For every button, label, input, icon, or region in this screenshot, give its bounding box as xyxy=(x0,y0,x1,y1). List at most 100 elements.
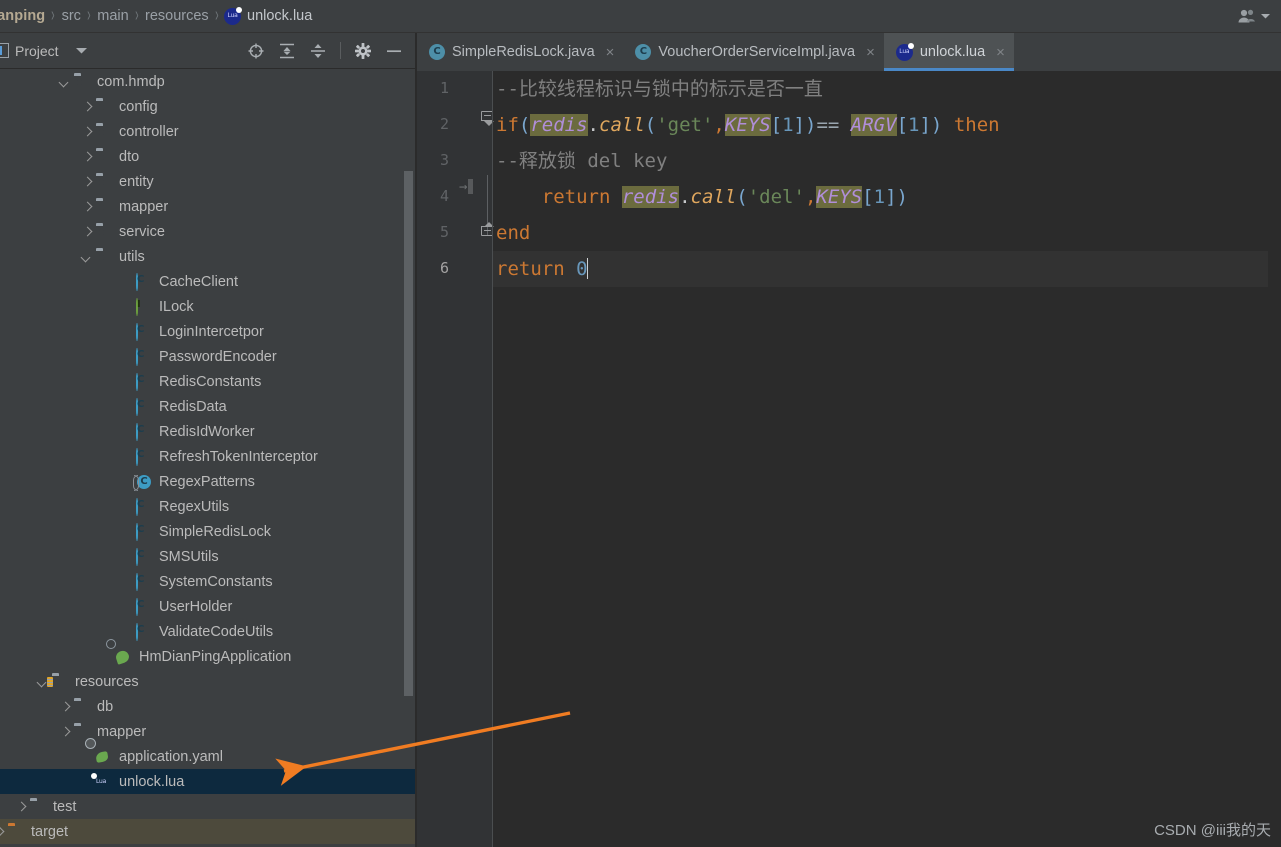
tree-row[interactable]: application.yaml xyxy=(0,744,415,769)
close-icon[interactable]: × xyxy=(996,45,1005,60)
code-editor[interactable]: 123456 → --比较线程标识与锁中的标示是否一直 if(redis.call… xyxy=(417,71,1281,847)
tree-row-label: CacheClient xyxy=(159,273,238,290)
project-tree[interactable]: com.hmdp config controller dto entity mapper s… xyxy=(0,69,415,847)
ide-window: ianping › src › main › resources › Lua u… xyxy=(0,0,1281,847)
code-token: KEYS xyxy=(724,114,771,136)
tree-row[interactable]: entity xyxy=(0,169,415,194)
tree-scrollbar-thumb[interactable] xyxy=(404,171,413,696)
tree-row[interactable]: mapper xyxy=(0,719,415,744)
tree-row[interactable]: C PasswordEncoder xyxy=(0,344,415,369)
tree-row-label: RedisIdWorker xyxy=(159,423,255,440)
tree-row[interactable]: C SystemConstants xyxy=(0,569,415,594)
tree-row[interactable]: C ValidateCodeUtils xyxy=(0,619,415,644)
chevron-right-icon[interactable] xyxy=(14,800,27,813)
tree-row[interactable]: Lua unlock.lua xyxy=(0,769,415,794)
tree-row[interactable]: I ILock xyxy=(0,294,415,319)
tree-row[interactable]: dto xyxy=(0,144,415,169)
editor-tab[interactable]: C SimpleRedisLock.java × xyxy=(417,33,623,71)
code-token: [ xyxy=(862,186,874,208)
tree-row[interactable]: C SimpleRedisLock xyxy=(0,519,415,544)
breadcrumb: ianping › src › main › resources › Lua u… xyxy=(0,5,312,26)
collapse-all-icon[interactable] xyxy=(309,42,327,60)
tree-row[interactable]: service xyxy=(0,219,415,244)
tree-row[interactable]: target xyxy=(0,819,415,844)
editor-tab[interactable]: C VoucherOrderServiceImpl.java × xyxy=(623,33,883,71)
code-token: 1 xyxy=(873,186,886,208)
breadcrumb-item-src[interactable]: src xyxy=(61,8,82,24)
tree-row[interactable]: db xyxy=(0,694,415,719)
tree-row[interactable]: C CacheClient xyxy=(0,269,415,294)
project-toolwindow-header: Project xyxy=(0,33,415,69)
hide-minimize-icon[interactable] xyxy=(385,42,403,60)
account-widget[interactable] xyxy=(1237,8,1281,24)
breadcrumb-item-resources[interactable]: resources xyxy=(144,8,210,24)
tree-row[interactable]: mapper xyxy=(0,194,415,219)
chevron-right-icon[interactable] xyxy=(58,725,71,738)
close-icon[interactable]: × xyxy=(606,45,615,60)
tree-row[interactable]: C UserHolder xyxy=(0,594,415,619)
tree-row-label: mapper xyxy=(97,723,147,740)
code-token: 'get' xyxy=(656,114,714,136)
code-line[interactable]: if(redis.call('get',KEYS[1])== ARGV[1]) … xyxy=(496,107,1000,143)
tree-row[interactable]: controller xyxy=(0,119,415,144)
editor-gutter[interactable]: 1 2 3 4 5 6 → xyxy=(417,71,494,847)
tree-row[interactable]: C RefreshTokenInterceptor xyxy=(0,444,415,469)
tree-scrollbar-track[interactable] xyxy=(404,69,413,847)
chevron-right-icon[interactable] xyxy=(0,825,5,838)
code-token: ( xyxy=(518,114,531,136)
chevron-down-icon[interactable] xyxy=(58,75,71,88)
close-icon[interactable]: × xyxy=(866,45,875,60)
tree-row[interactable]: config xyxy=(0,94,415,119)
tree-row[interactable]: C RegexPatterns xyxy=(0,469,415,494)
tree-row[interactable]: C SMSUtils xyxy=(0,544,415,569)
breadcrumb-item-file[interactable]: unlock.lua xyxy=(247,8,312,24)
tree-row-label: resources xyxy=(75,673,139,690)
tree-row[interactable]: C RedisConstants xyxy=(0,369,415,394)
project-toolwindow-icon xyxy=(0,43,9,58)
tree-row-label: HmDianPingApplication xyxy=(139,648,292,665)
watermark-text: CSDN @iii我的天 xyxy=(1154,822,1271,839)
tree-row[interactable]: C RedisData xyxy=(0,394,415,419)
expand-all-icon[interactable] xyxy=(278,42,296,60)
chevron-right-icon[interactable] xyxy=(80,150,93,163)
tree-row[interactable]: test xyxy=(0,794,415,819)
gutter-line-number: 3 xyxy=(439,151,449,169)
code-token: redis xyxy=(621,186,680,208)
package-folder-icon xyxy=(96,98,113,115)
settings-gear-icon[interactable] xyxy=(354,42,372,60)
tree-row-label: mapper xyxy=(119,198,169,215)
tree-row[interactable]: C RegexUtils xyxy=(0,494,415,519)
project-toolwindow-title[interactable]: Project xyxy=(15,43,59,59)
package-folder-icon xyxy=(96,248,113,265)
chevron-down-icon[interactable] xyxy=(75,46,88,55)
tree-row[interactable]: C LoginIntercetpor xyxy=(0,319,415,344)
code-line[interactable]: --比较线程标识与锁中的标示是否一直 xyxy=(496,71,823,107)
locate-target-icon[interactable] xyxy=(247,42,265,60)
chevron-right-icon[interactable] xyxy=(80,100,93,113)
code-line[interactable]: end xyxy=(496,215,530,251)
tree-row[interactable]: HmDianPingApplication xyxy=(0,644,415,669)
code-line[interactable]: --释放锁 del key xyxy=(496,143,667,179)
chevron-right-icon[interactable] xyxy=(80,175,93,188)
code-line[interactable]: return redis.call('del',KEYS[1]) xyxy=(496,179,908,215)
tree-row[interactable]: utils xyxy=(0,244,415,269)
chevron-right-icon[interactable] xyxy=(80,125,93,138)
chevron-right-icon[interactable] xyxy=(80,225,93,238)
chevron-right-icon[interactable] xyxy=(80,200,93,213)
breadcrumb-item-main[interactable]: main xyxy=(96,8,129,24)
java-class-icon: C xyxy=(136,523,153,541)
chevron-right-icon[interactable] xyxy=(58,700,71,713)
tree-row[interactable]: com.hmdp xyxy=(0,69,415,94)
tree-row[interactable]: C RedisIdWorker xyxy=(0,419,415,444)
breadcrumb-item-project[interactable]: ianping xyxy=(0,8,46,24)
editor-scrollbar-track[interactable] xyxy=(1268,71,1281,847)
folder-icon xyxy=(8,823,25,840)
editor-tab[interactable]: Lua unlock.lua × xyxy=(883,33,1014,71)
code-line[interactable]: return 0 xyxy=(496,251,589,287)
chevron-down-icon[interactable] xyxy=(80,250,93,263)
tree-row[interactable]: resources xyxy=(0,669,415,694)
